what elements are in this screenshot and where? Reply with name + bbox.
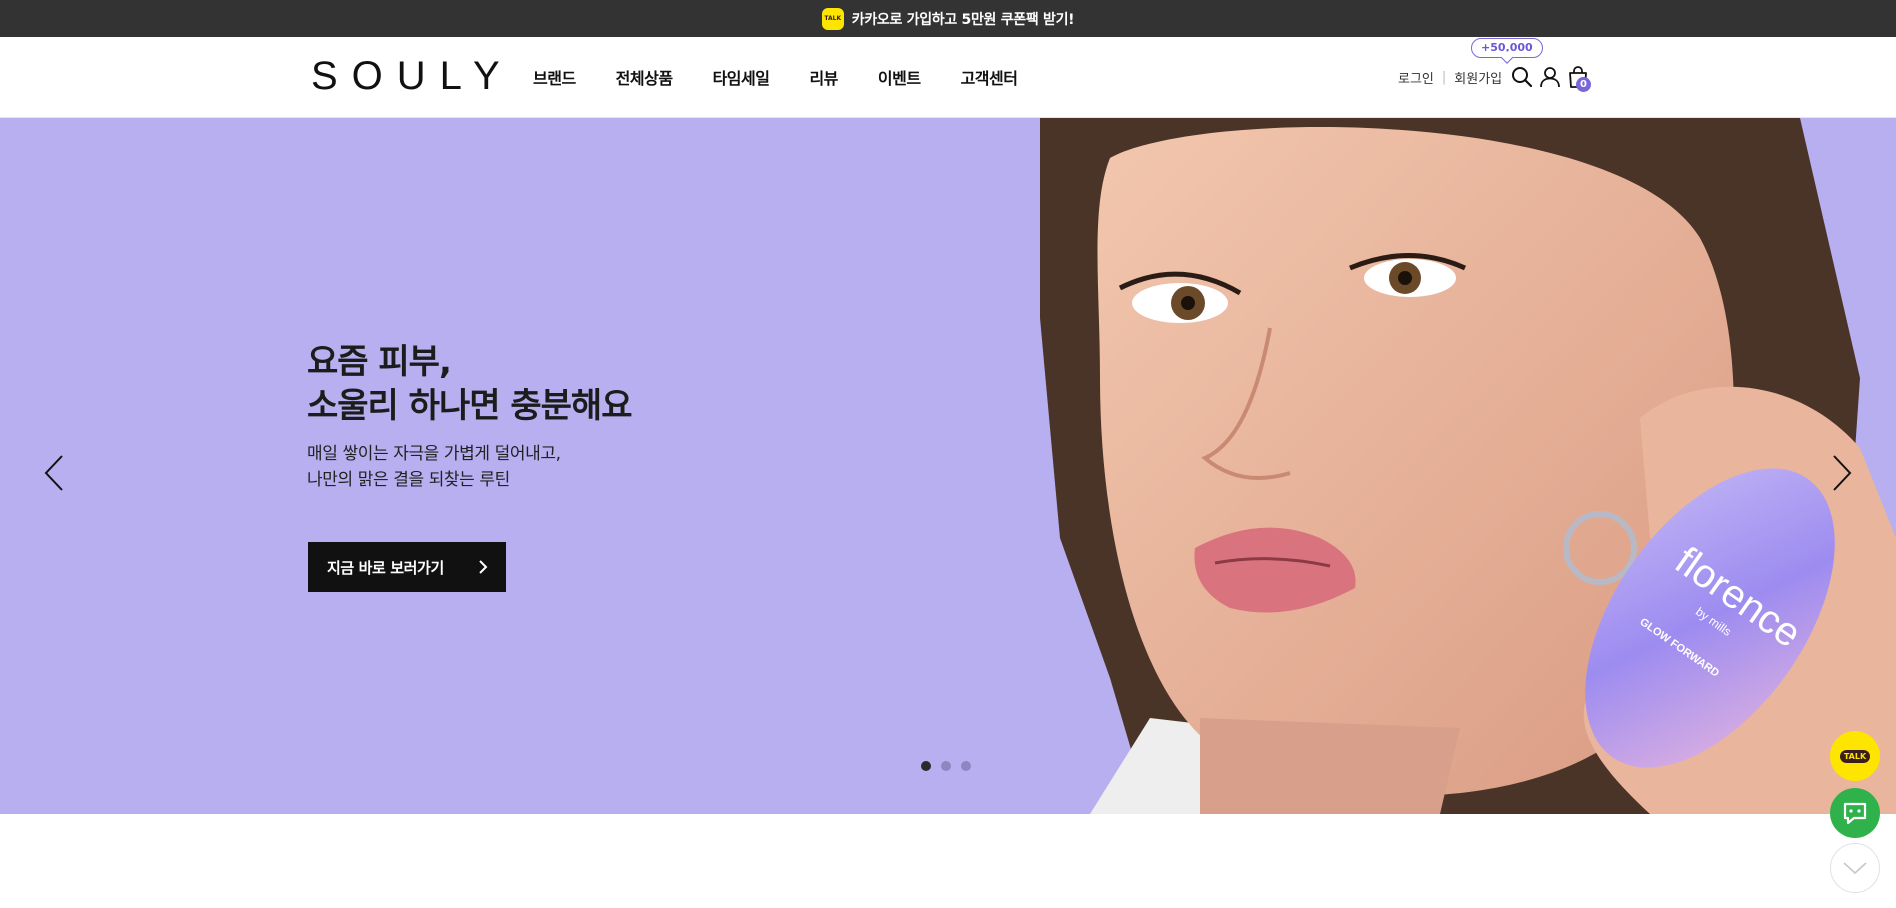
- site-logo[interactable]: SOULY: [311, 55, 514, 97]
- nav-item-all-products[interactable]: 전체상품: [616, 65, 673, 89]
- nav-item-customer-center[interactable]: 고객센터: [961, 65, 1018, 89]
- chat-icon: [1843, 802, 1867, 825]
- prev-slide-button[interactable]: [36, 448, 76, 498]
- hero-subtitle: 매일 쌓이는 자극을 가볍게 덜어내고, 나만의 맑은 결을 되찾는 루틴: [307, 441, 561, 493]
- divider: |: [1441, 70, 1447, 85]
- hero-model-image: florence by mills GLOW FORWARD: [1040, 118, 1896, 814]
- nav-item-brand[interactable]: 브랜드: [533, 65, 576, 89]
- login-link[interactable]: 로그인: [1398, 68, 1434, 87]
- signup-points-badge: +50,000: [1471, 38, 1543, 58]
- kakao-talk-button[interactable]: TALK: [1830, 731, 1880, 781]
- main-nav: 브랜드 전체상품 타임세일 리뷰 이벤트 고객센터: [533, 65, 1057, 89]
- site-header: SOULY 브랜드 전체상품 타임세일 리뷰 이벤트 고객센터 +50,000 …: [0, 37, 1896, 118]
- chevron-left-icon: [44, 455, 63, 491]
- hero-subtitle-line2: 나만의 맑은 결을 되찾는 루틴: [307, 470, 510, 490]
- nav-item-event[interactable]: 이벤트: [878, 65, 921, 89]
- cart-count-badge: 0: [1576, 77, 1591, 92]
- kakao-talk-icon: TALK: [1839, 749, 1871, 763]
- hero-cta-label: 지금 바로 보러가기: [327, 558, 444, 577]
- chat-button[interactable]: [1830, 788, 1880, 838]
- chevron-right-icon: [479, 560, 488, 574]
- user-icon[interactable]: [1538, 65, 1562, 89]
- slide-dot-3[interactable]: [961, 761, 971, 771]
- signup-link[interactable]: 회원가입: [1454, 68, 1502, 87]
- promo-text[interactable]: 카카오로 가입하고 5만원 쿠폰팩 받기!: [852, 9, 1075, 29]
- next-slide-button[interactable]: [1820, 448, 1860, 498]
- nav-item-review[interactable]: 리뷰: [809, 65, 838, 89]
- scroll-down-button[interactable]: [1830, 843, 1880, 893]
- slide-dot-2[interactable]: [941, 761, 951, 771]
- hero-slider: florence by mills GLOW FORWARD 요즘 피부, 소울…: [0, 118, 1896, 814]
- slide-pagination: [921, 761, 971, 771]
- nav-item-time-sale[interactable]: 타임세일: [713, 65, 770, 89]
- hero-subtitle-line1: 매일 쌓이는 자극을 가볍게 덜어내고,: [307, 444, 561, 464]
- search-icon[interactable]: [1510, 65, 1534, 89]
- auth-links: 로그인 | 회원가입: [1398, 68, 1502, 87]
- slide-dot-1[interactable]: [921, 761, 931, 771]
- chevron-right-icon: [1833, 455, 1852, 491]
- hero-headline-line2: 소울리 하나면 충분해요: [307, 386, 632, 426]
- chevron-down-icon: [1843, 862, 1867, 875]
- promo-bar[interactable]: TALK 카카오로 가입하고 5만원 쿠폰팩 받기!: [0, 0, 1896, 37]
- hero-cta-button[interactable]: 지금 바로 보러가기: [308, 542, 506, 592]
- hero-headline: 요즘 피부, 소울리 하나면 충분해요: [307, 340, 632, 428]
- kakao-talk-icon: TALK: [821, 7, 844, 30]
- hero-headline-line1: 요즘 피부,: [307, 342, 452, 382]
